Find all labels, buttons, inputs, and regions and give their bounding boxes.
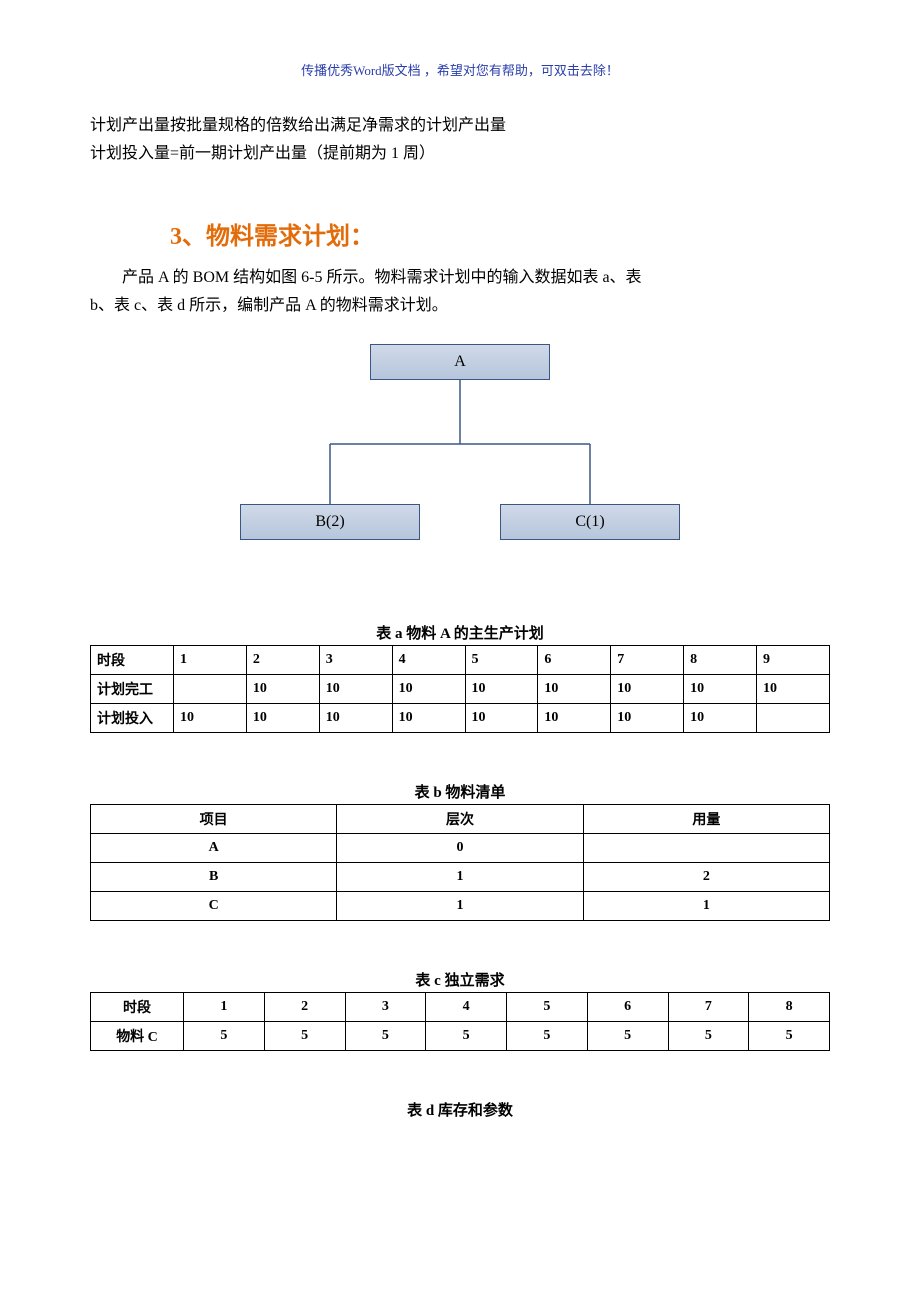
bom-diagram: A B(2) C(1) — [240, 344, 680, 574]
cell: 1 — [174, 646, 247, 675]
table-row: A 0 — [91, 834, 830, 863]
cell: 5 — [426, 1022, 507, 1051]
cell: 1 — [583, 892, 829, 921]
cell: 2 — [583, 863, 829, 892]
bom-node-b: B(2) — [240, 504, 420, 540]
cell: 2 — [246, 646, 319, 675]
cell: 项目 — [91, 805, 337, 834]
cell: 7 — [611, 646, 684, 675]
table-row: C 1 1 — [91, 892, 830, 921]
cell: 10 — [684, 704, 757, 733]
cell: 5 — [587, 1022, 668, 1051]
table-row: B 1 2 — [91, 863, 830, 892]
table-row: 时段 1 2 3 4 5 6 7 8 9 — [91, 646, 830, 675]
cell: 时段 — [91, 993, 184, 1022]
cell: 10 — [611, 704, 684, 733]
cell: 3 — [345, 993, 426, 1022]
cell: 8 — [749, 993, 830, 1022]
cell: 10 — [538, 704, 611, 733]
cell: 10 — [392, 675, 465, 704]
table-row: 计划投入 10 10 10 10 10 10 10 10 — [91, 704, 830, 733]
cell: 物料 C — [91, 1022, 184, 1051]
cell — [757, 704, 830, 733]
bom-node-c: C(1) — [500, 504, 680, 540]
cell: 4 — [392, 646, 465, 675]
intro-line-2: 计划投入量=前一期计划产出量（提前期为 1 周） — [90, 141, 830, 167]
bom-node-a: A — [370, 344, 550, 380]
cell: A — [91, 834, 337, 863]
section-heading: 3、物料需求计划： — [170, 216, 830, 251]
cell: 用量 — [583, 805, 829, 834]
cell: 2 — [264, 993, 345, 1022]
cell: 10 — [246, 704, 319, 733]
table-row: 项目 层次 用量 — [91, 805, 830, 834]
cell: 1 — [184, 993, 265, 1022]
cell: 5 — [345, 1022, 426, 1051]
header-note: 传播优秀Word版文档 ，希望对您有帮助，可双击去除！ — [90, 60, 830, 79]
cell: 6 — [538, 646, 611, 675]
cell: 9 — [757, 646, 830, 675]
table-a: 时段 1 2 3 4 5 6 7 8 9 计划完工 10 10 10 10 10… — [90, 645, 830, 733]
cell: 10 — [465, 704, 538, 733]
cell: 10 — [392, 704, 465, 733]
cell: 5 — [264, 1022, 345, 1051]
cell: 8 — [684, 646, 757, 675]
cell: 计划完工 — [91, 675, 174, 704]
paragraph-line-2: b、表 c、表 d 所示，编制产品 A 的物料需求计划。 — [90, 293, 830, 319]
cell: 5 — [749, 1022, 830, 1051]
cell: 10 — [684, 675, 757, 704]
cell: 1 — [337, 863, 583, 892]
cell: 10 — [174, 704, 247, 733]
cell: 5 — [668, 1022, 749, 1051]
cell: C — [91, 892, 337, 921]
cell: 10 — [319, 704, 392, 733]
table-row: 计划完工 10 10 10 10 10 10 10 10 — [91, 675, 830, 704]
table-c-caption: 表 c 独立需求 — [90, 969, 830, 990]
cell: 层次 — [337, 805, 583, 834]
cell: 10 — [246, 675, 319, 704]
table-d-caption: 表 d 库存和参数 — [90, 1099, 830, 1120]
cell: 10 — [538, 675, 611, 704]
cell: 0 — [337, 834, 583, 863]
cell: 4 — [426, 993, 507, 1022]
cell: 5 — [507, 993, 588, 1022]
table-b: 项目 层次 用量 A 0 B 1 2 C 1 1 — [90, 804, 830, 921]
cell: 1 — [337, 892, 583, 921]
cell: 5 — [507, 1022, 588, 1051]
cell — [583, 834, 829, 863]
paragraph-line-1: 产品 A 的 BOM 结构如图 6-5 所示。物料需求计划中的输入数据如表 a、… — [90, 265, 830, 291]
cell: 时段 — [91, 646, 174, 675]
cell — [174, 675, 247, 704]
table-a-caption: 表 a 物料 A 的主生产计划 — [90, 622, 830, 643]
cell: 5 — [465, 646, 538, 675]
table-row: 物料 C 5 5 5 5 5 5 5 5 — [91, 1022, 830, 1051]
cell: 6 — [587, 993, 668, 1022]
table-b-caption: 表 b 物料清单 — [90, 781, 830, 802]
cell: 10 — [611, 675, 684, 704]
intro-line-1: 计划产出量按批量规格的倍数给出满足净需求的计划产出量 — [90, 113, 830, 139]
cell: 10 — [757, 675, 830, 704]
cell: 7 — [668, 993, 749, 1022]
cell: 5 — [184, 1022, 265, 1051]
cell: 3 — [319, 646, 392, 675]
cell: 10 — [319, 675, 392, 704]
cell: B — [91, 863, 337, 892]
cell: 10 — [465, 675, 538, 704]
cell: 计划投入 — [91, 704, 174, 733]
table-row: 时段 1 2 3 4 5 6 7 8 — [91, 993, 830, 1022]
table-c: 时段 1 2 3 4 5 6 7 8 物料 C 5 5 5 5 5 5 5 5 — [90, 992, 830, 1051]
